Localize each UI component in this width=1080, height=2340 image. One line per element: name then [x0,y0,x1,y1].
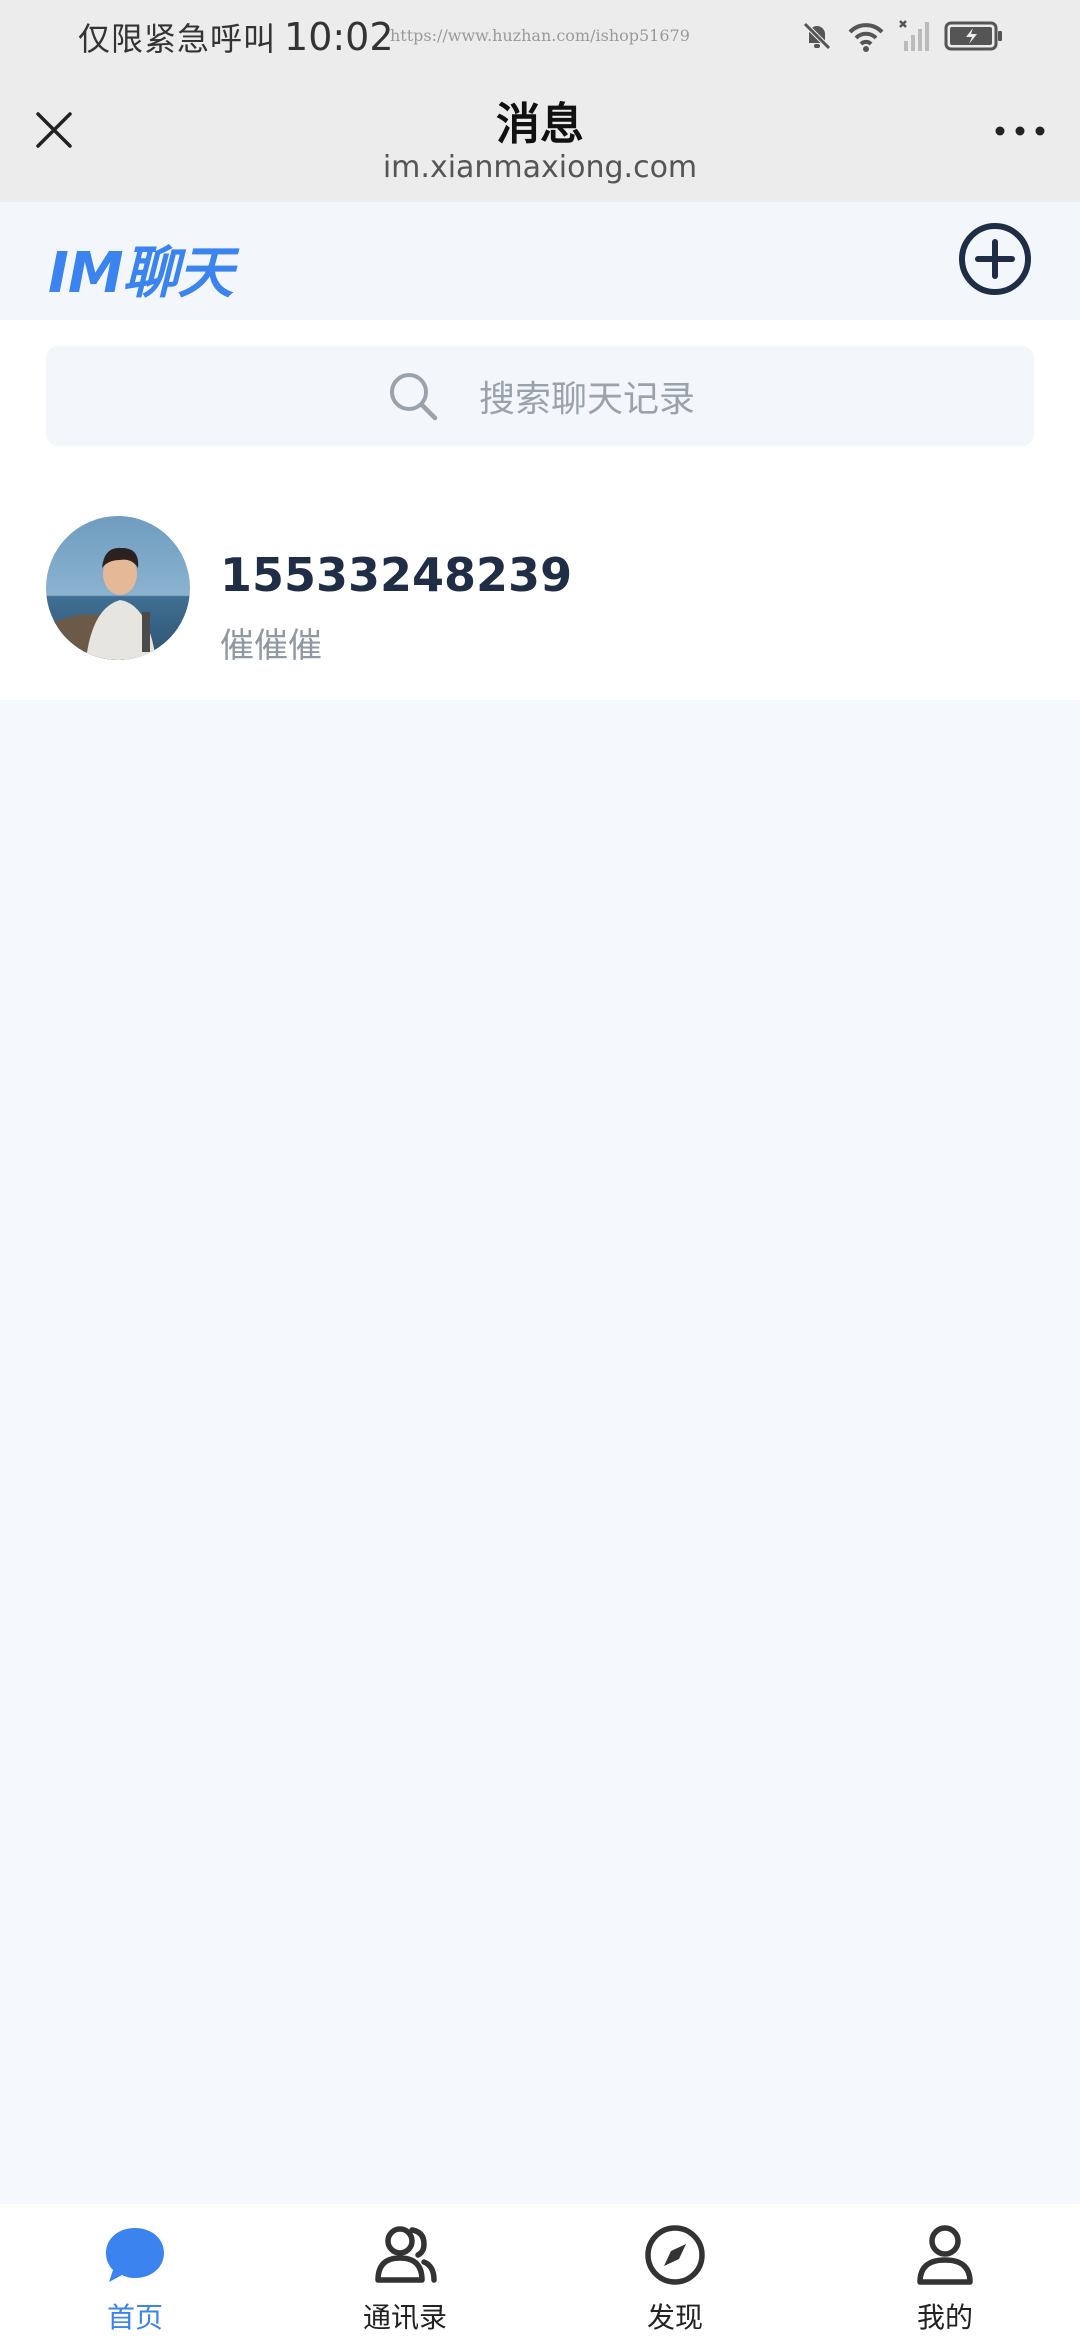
add-circle-icon[interactable] [956,220,1034,298]
status-icons [800,14,1004,58]
chat-last-message: 催催催 [220,626,322,666]
bottom-nav: 首页 通讯录 发现 我的 [0,2204,1080,2340]
app-logo: IM聊天 [48,241,234,306]
user-icon [917,2225,973,2285]
battery-icon [944,21,1002,51]
app-bar: IM聊天 [0,202,1080,320]
search-input[interactable]: 搜索聊天记录 [46,346,1034,446]
chat-list-item[interactable]: 15533248239 催催催 [0,500,1080,670]
nav-item-contacts[interactable]: 通讯录 [270,2204,540,2340]
mute-bell-icon [803,22,831,50]
search-icon [389,373,438,421]
message-panel: 搜索聊天记录 15533248239 催催催 [0,320,1080,700]
nav-item-me[interactable]: 我的 [810,2204,1080,2340]
search-placeholder: 搜索聊天记录 [478,379,695,420]
browser-header: 消息 im.xianmaxiong.com [0,72,1080,202]
more-icon[interactable] [990,116,1050,146]
chat-bubble-icon [106,2228,164,2282]
page-title: 消息 [496,99,584,150]
nav-label-contacts: 通讯录 [362,2301,447,2334]
avatar [46,516,190,660]
wifi-icon [848,23,884,52]
emergency-call-text: 仅限紧急呼叫 [78,20,277,58]
nav-item-home[interactable]: 首页 [0,2204,270,2340]
watermark-url: https://www.huzhan.com/ishop51679 [390,26,690,45]
nav-label-discover: 发现 [646,2301,703,2334]
nav-label-me: 我的 [916,2301,973,2334]
contacts-icon [375,2226,437,2283]
status-time: 10:02 [284,15,394,59]
page-domain: im.xianmaxiong.com [382,150,698,185]
status-left: 仅限紧急呼叫 10:02 [78,12,394,62]
compass-icon [645,2225,705,2285]
status-bar: 仅限紧急呼叫 10:02 https://www.huzhan.com/isho… [0,0,1080,72]
signal-icon [899,20,929,51]
nav-item-discover[interactable]: 发现 [540,2204,810,2340]
chat-contact-name: 15533248239 [220,548,573,602]
nav-label-home: 首页 [106,2301,163,2334]
